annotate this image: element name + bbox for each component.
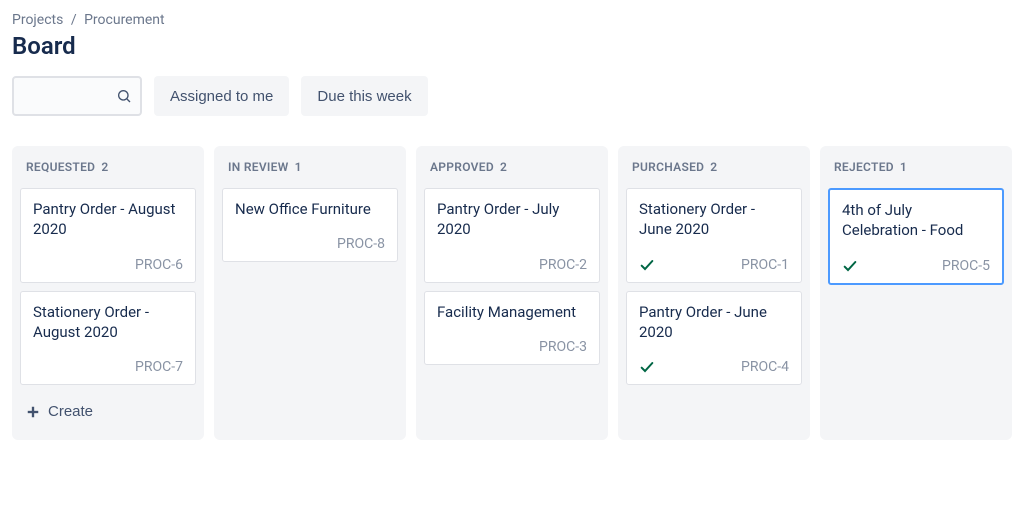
card-title: Facility Management <box>437 302 587 322</box>
column-count: 2 <box>101 160 108 174</box>
breadcrumb-link-projects[interactable]: Projects <box>12 12 63 28</box>
card-proc-2[interactable]: Pantry Order - July 2020 PROC-2 <box>424 188 600 283</box>
card-id: PROC-2 <box>539 257 587 273</box>
card-proc-7[interactable]: Stationery Order - August 2020 PROC-7 <box>20 291 196 386</box>
create-label: Create <box>48 403 93 420</box>
kanban-board: REQUESTED 2 Pantry Order - August 2020 PROC… <box>12 146 1012 440</box>
search-icon <box>116 88 132 104</box>
plus-icon <box>26 405 40 419</box>
column-header-approved: APPROVED 2 <box>430 160 594 174</box>
search-box[interactable] <box>12 76 142 116</box>
card-proc-4[interactable]: Pantry Order - June 2020 PROC-4 <box>626 291 802 386</box>
card-id: PROC-7 <box>135 359 183 375</box>
card-title: Stationery Order - June 2020 <box>639 199 789 240</box>
column-title: PURCHASED <box>632 160 704 174</box>
column-header-in_review: IN REVIEW 1 <box>228 160 392 174</box>
filter-button-assigned[interactable]: Assigned to me <box>154 76 289 116</box>
column-purchased: PURCHASED 2 Stationery Order - June 2020 PR… <box>618 146 810 440</box>
page-title: Board <box>12 32 1012 60</box>
column-count: 2 <box>710 160 717 174</box>
card-id: PROC-8 <box>337 236 385 252</box>
card-footer: PROC-5 <box>842 257 990 275</box>
card-id: PROC-6 <box>135 257 183 273</box>
card-id: PROC-3 <box>539 339 587 355</box>
create-card-button[interactable]: Create <box>20 393 196 430</box>
breadcrumb-link-procurement[interactable]: Procurement <box>84 12 165 28</box>
card-id: PROC-1 <box>741 257 789 273</box>
column-count: 2 <box>500 160 507 174</box>
column-title: IN REVIEW <box>228 160 289 174</box>
column-count: 1 <box>295 160 302 174</box>
breadcrumb-separator: / <box>71 12 77 28</box>
check-icon <box>842 258 858 274</box>
column-in_review: IN REVIEW 1 New Office Furniture PROC-8 <box>214 146 406 440</box>
card-footer: PROC-3 <box>437 338 587 356</box>
card-title: Pantry Order - August 2020 <box>33 199 183 240</box>
card-footer: PROC-4 <box>639 358 789 376</box>
card-proc-3[interactable]: Facility Management PROC-3 <box>424 291 600 365</box>
card-proc-5[interactable]: 4th of July Celebration - Food PROC-5 <box>828 188 1004 285</box>
card-proc-1[interactable]: Stationery Order - June 2020 PROC-1 <box>626 188 802 283</box>
column-title: APPROVED <box>430 160 494 174</box>
card-title: Stationery Order - August 2020 <box>33 302 183 343</box>
card-footer: PROC-2 <box>437 256 587 274</box>
card-proc-8[interactable]: New Office Furniture PROC-8 <box>222 188 398 262</box>
card-id: PROC-4 <box>741 359 789 375</box>
column-approved: APPROVED 2 Pantry Order - July 2020 PROC-2 F… <box>416 146 608 440</box>
column-header-rejected: REJECTED 1 <box>834 160 998 174</box>
filter-button-due[interactable]: Due this week <box>301 76 427 116</box>
column-title: REJECTED <box>834 160 894 174</box>
column-title: REQUESTED <box>26 160 95 174</box>
card-proc-6[interactable]: Pantry Order - August 2020 PROC-6 <box>20 188 196 283</box>
card-title: 4th of July Celebration - Food <box>842 200 990 241</box>
column-header-purchased: PURCHASED 2 <box>632 160 796 174</box>
card-footer: PROC-7 <box>33 358 183 376</box>
breadcrumb: Projects / Procurement <box>12 12 1012 28</box>
column-requested: REQUESTED 2 Pantry Order - August 2020 PROC… <box>12 146 204 440</box>
card-id: PROC-5 <box>942 258 990 274</box>
column-header-requested: REQUESTED 2 <box>26 160 190 174</box>
column-count: 1 <box>900 160 907 174</box>
card-footer: PROC-6 <box>33 256 183 274</box>
filter-buttons: Assigned to me Due this week <box>154 76 428 116</box>
column-rejected: REJECTED 1 4th of July Celebration - Food P… <box>820 146 1012 440</box>
toolbar: Assigned to me Due this week <box>12 76 1012 116</box>
card-footer: PROC-1 <box>639 256 789 274</box>
card-title: Pantry Order - June 2020 <box>639 302 789 343</box>
card-title: New Office Furniture <box>235 199 385 219</box>
check-icon <box>639 359 655 375</box>
check-icon <box>639 257 655 273</box>
card-footer: PROC-8 <box>235 235 385 253</box>
card-title: Pantry Order - July 2020 <box>437 199 587 240</box>
